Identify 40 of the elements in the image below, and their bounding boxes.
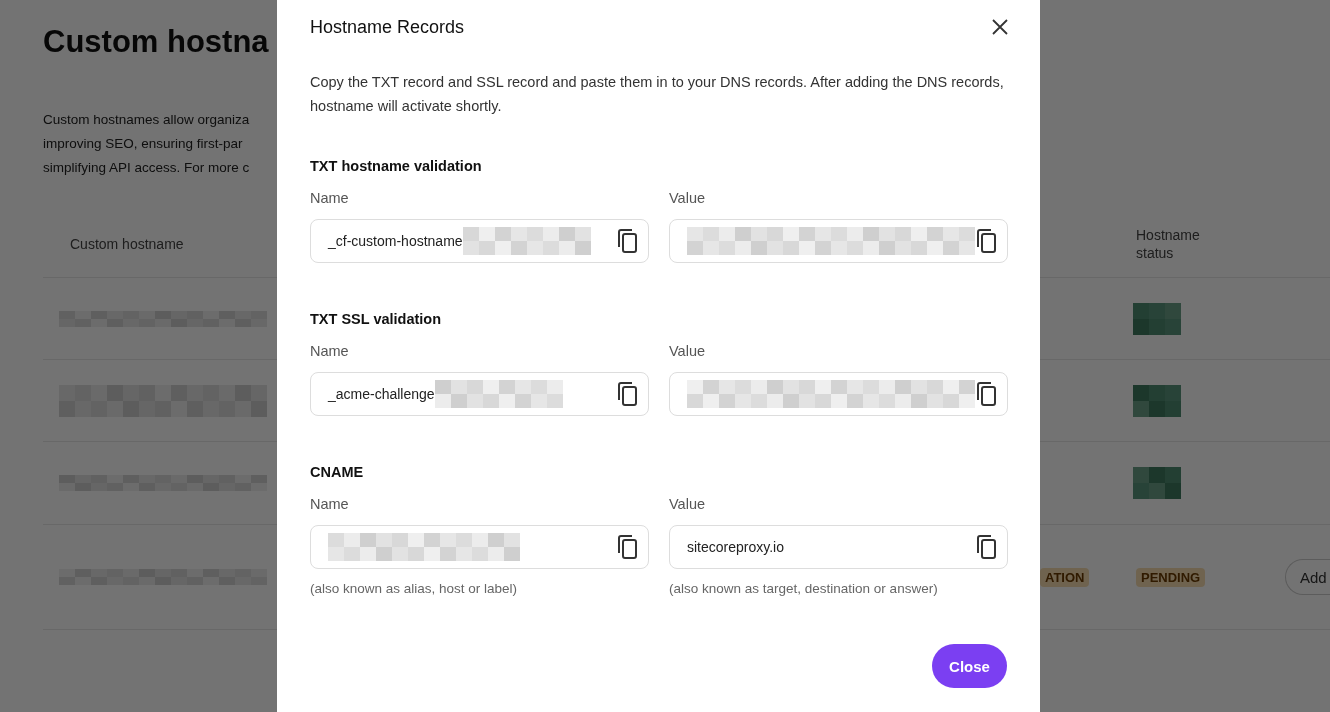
field-label: Name (310, 342, 350, 361)
page-description: Custom hostnames allow organiza improving SEO, ensuring first-par simplifying API access. For more c (43, 111, 251, 177)
copy-icon (616, 382, 638, 406)
section-heading: TXT SSL validation (310, 310, 443, 329)
field-label: Value (669, 342, 706, 361)
field-hint: (also known as alias, host or label) (310, 581, 519, 596)
dialog-description: Copy the TXT record and SSL record and paste them in to your DNS records. After adding the DNS records, hostname will activate shortly. (310, 73, 1005, 116)
copy-button[interactable] (975, 229, 997, 253)
section-heading: TXT hostname validation (310, 157, 483, 176)
record-field[interactable] (310, 525, 649, 569)
section-heading: CNAME (310, 463, 365, 482)
page-title: Custom hostna (43, 23, 270, 61)
copy-button[interactable] (616, 382, 638, 406)
copy-icon (975, 535, 997, 559)
status-badge: PENDING (1136, 567, 1206, 587)
copy-button[interactable] (616, 535, 638, 559)
copy-icon (616, 229, 638, 253)
dialog-title: Hostname Records (310, 16, 465, 38)
close-button[interactable]: Close (932, 644, 1007, 688)
record-field[interactable]: sitecoreproxy.io (669, 525, 1008, 569)
field-label: Value (669, 495, 706, 514)
copy-button[interactable] (616, 229, 638, 253)
record-field[interactable]: _cf-custom-hostname (310, 219, 649, 263)
copy-icon (975, 229, 997, 253)
copy-icon (975, 382, 997, 406)
status-badge: ATION (1040, 567, 1090, 587)
record-field[interactable] (669, 219, 1008, 263)
record-field[interactable] (669, 372, 1008, 416)
field-label: Name (310, 495, 350, 514)
column-header: Custom hostname (69, 235, 184, 252)
field-label: Value (669, 189, 706, 208)
record-field[interactable]: _acme-challenge (310, 372, 649, 416)
field-hint: (also known as target, destination or answer) (669, 581, 939, 596)
field-label: Name (310, 189, 350, 208)
copy-button[interactable] (975, 382, 997, 406)
copy-button[interactable] (975, 535, 997, 559)
add-button[interactable]: Add (1285, 559, 1330, 595)
copy-icon (616, 535, 638, 559)
column-header: Hostname status (1136, 225, 1201, 262)
close-icon[interactable] (991, 18, 1009, 36)
